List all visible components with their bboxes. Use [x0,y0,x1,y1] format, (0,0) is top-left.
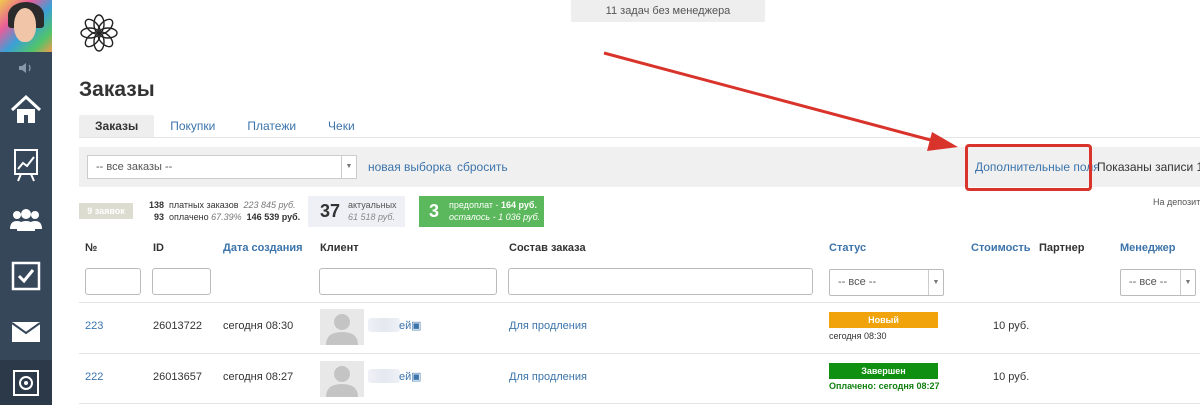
client-filter-input[interactable] [319,268,497,295]
client-card-icon[interactable]: ▣ [411,319,421,332]
composition-filter-input[interactable] [508,268,813,295]
client-name-hidden [368,369,400,383]
row-divider [79,302,1200,303]
client-card-icon[interactable]: ▣ [411,370,421,383]
status-note: сегодня 08:30 [829,331,887,341]
home-icon[interactable] [0,84,52,136]
tab-purchases[interactable]: Покупки [154,115,231,137]
order-num-link[interactable]: 223 [85,320,103,332]
client-avatar [320,361,364,397]
orders-filter-select[interactable]: -- все заказы -- ▼ [87,155,357,179]
chevron-down-icon: ▼ [1180,270,1195,295]
col-client: Клиент [320,242,359,254]
order-num-link[interactable]: 222 [85,371,103,383]
client-name-hidden [368,318,400,332]
orders-badge[interactable]: 9 заявок [79,203,133,219]
new-selection-link[interactable]: новая выборка [368,160,451,174]
actual-orders-box[interactable]: 37 актуальных 61 518 руб. [308,196,405,227]
order-composition-link[interactable]: Для продления [509,371,587,383]
order-cost: 10 руб. [993,371,1030,383]
col-cost[interactable]: Стоимость [971,242,1031,254]
col-id: ID [153,242,164,254]
unassigned-tasks-notice[interactable]: 11 задач без менеджера [571,0,765,22]
id-filter-input[interactable] [152,268,211,295]
tabs: Заказы Покупки Платежи Чеки [79,115,371,137]
mail-icon[interactable] [0,306,52,358]
sidebar [0,0,52,405]
col-composition: Состав заказа [509,242,586,254]
order-id: 26013657 [153,371,202,383]
order-id: 26013722 [153,320,202,332]
deposit-label: На депозит [1153,197,1200,207]
tab-orders[interactable]: Заказы [79,115,155,137]
paid-stats: 138 платных заказов 223 845 руб. 93 оплаче… [148,200,301,222]
order-cost: 10 руб. [993,320,1030,332]
row-divider [79,403,1200,404]
tasks-icon[interactable] [0,250,52,302]
users-icon[interactable] [0,194,52,246]
manager-filter-value: -- все -- [1129,276,1168,288]
col-num: № [85,242,98,254]
safe-icon[interactable] [0,360,52,405]
tab-divider [79,137,1200,138]
chevron-down-icon: ▼ [928,270,943,295]
col-partner: Партнер [1039,242,1085,254]
col-created[interactable]: Дата создания [223,242,303,254]
tab-payments[interactable]: Платежи [231,115,312,137]
highlight-box [965,144,1092,191]
orders-filter-value: -- все заказы -- [96,161,173,173]
order-composition-link[interactable]: Для продления [509,320,587,332]
prepaid-box[interactable]: 3 предоплат - 164 руб. осталось - 1 036 … [419,196,544,227]
tab-receipts[interactable]: Чеки [312,115,371,137]
status-badge: Завершен [829,363,938,379]
chart-icon[interactable] [0,139,52,191]
col-manager[interactable]: Менеджер [1120,242,1176,254]
row-divider [79,353,1200,354]
manager-filter-select[interactable]: -- все -- ▼ [1120,269,1196,296]
client-name[interactable]: ей [399,320,411,332]
logo-icon [79,13,119,53]
shown-records: Показаны записи 1-3 [1097,160,1200,174]
order-created: сегодня 08:27 [223,371,294,383]
status-note: Оплачено: сегодня 08:27 [829,381,940,391]
status-filter-select[interactable]: -- все -- ▼ [829,269,944,296]
client-name[interactable]: ей [399,371,411,383]
client-avatar [320,309,364,345]
page-title: Заказы [79,78,155,101]
order-created: сегодня 08:30 [223,320,294,332]
reset-link[interactable]: сбросить [457,160,508,174]
chevron-down-icon: ▼ [341,156,356,178]
user-avatar[interactable] [0,0,52,52]
col-status[interactable]: Статус [829,242,866,254]
status-filter-value: -- все -- [838,276,877,288]
sound-icon[interactable] [0,56,52,80]
num-filter-input[interactable] [85,268,141,295]
status-badge: Новый [829,312,938,328]
